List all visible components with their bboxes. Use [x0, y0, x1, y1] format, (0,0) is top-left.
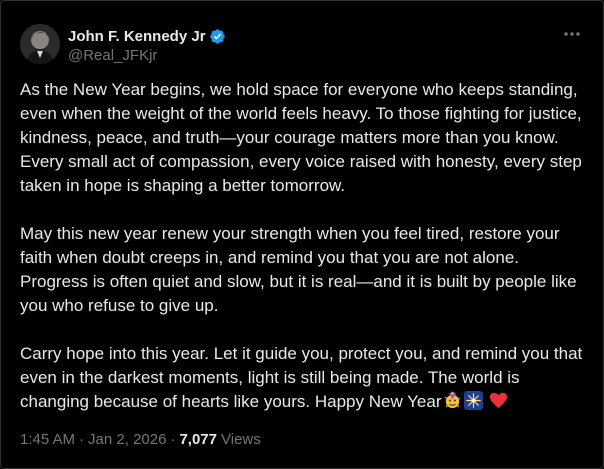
meta-separator: ·	[79, 431, 85, 448]
views-label: Views	[221, 431, 261, 448]
verified-badge-icon	[209, 28, 226, 45]
tweet-date[interactable]: Jan 2, 2026	[88, 431, 166, 448]
avatar-image	[20, 24, 60, 64]
red-heart-icon	[489, 391, 508, 410]
avatar[interactable]	[20, 24, 60, 64]
display-name-row: John F. Kennedy Jr	[68, 26, 226, 46]
tweet-card: John F. Kennedy Jr @Real_JFKjr As the Ne…	[0, 0, 604, 469]
tweet-paragraph: May this new year renew your strength wh…	[20, 224, 577, 315]
fireworks-icon	[464, 391, 484, 410]
user-handle[interactable]: @Real_JFKjr	[68, 47, 226, 64]
meta-separator: ·	[170, 431, 176, 448]
more-options-icon[interactable]	[561, 23, 583, 45]
tweet-paragraph: As the New Year begins, we hold space fo…	[20, 80, 582, 195]
tweet-paragraph-last: Carry hope into this year. Let it guide …	[20, 342, 588, 414]
display-name[interactable]: John F. Kennedy Jr	[68, 28, 206, 45]
tweet-header: John F. Kennedy Jr @Real_JFKjr	[20, 21, 585, 65]
party-face-icon	[443, 391, 462, 410]
tweet-text: As the New Year begins, we hold space fo…	[20, 78, 588, 414]
author-names: John F. Kennedy Jr @Real_JFKjr	[68, 26, 226, 64]
tweet-meta: 1:45 AM · Jan 2, 2026 · 7,077 Views	[20, 431, 261, 448]
tweet-time[interactable]: 1:45 AM	[20, 431, 75, 448]
views-count: 7,077	[179, 431, 217, 448]
